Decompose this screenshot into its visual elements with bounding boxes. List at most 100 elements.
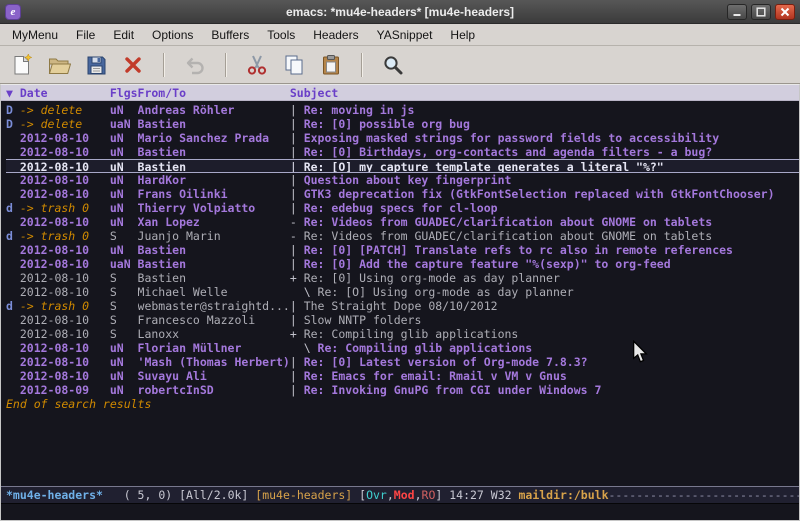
close-buffer-button[interactable] bbox=[119, 51, 147, 79]
open-file-button[interactable] bbox=[45, 51, 73, 79]
message-date: 2012-08-10 bbox=[20, 285, 110, 299]
message-date: 2012-08-10 bbox=[20, 327, 110, 341]
message-list: D-> deleteuNAndreas Röhler| Re: moving i… bbox=[6, 103, 799, 397]
message-from: 'Mash (Thomas Herbert) bbox=[138, 355, 290, 369]
mode-line[interactable]: *mu4e-headers* ( 5, 0) [All/2.0k] [mu4e-… bbox=[1, 486, 799, 504]
message-row[interactable]: 2012-08-10uNXan Lopez- Re: Videos from G… bbox=[6, 215, 799, 229]
message-from: Bastien bbox=[138, 160, 290, 172]
message-row[interactable]: 2012-08-10uNHardKor| Question about key … bbox=[6, 173, 799, 187]
message-from: Bastien bbox=[138, 145, 290, 159]
cut-button[interactable] bbox=[243, 51, 271, 79]
message-row[interactable]: 2012-08-10uN'Mash (Thomas Herbert)| Re: … bbox=[6, 355, 799, 369]
message-row[interactable]: 2012-08-10uNBastien| Re: [0] [PATCH] Tra… bbox=[6, 243, 799, 257]
message-marker bbox=[6, 257, 20, 271]
menu-item-yasnippet[interactable]: YASnippet bbox=[368, 25, 442, 45]
modeline-segment-plain: 14:27 W32 bbox=[449, 487, 518, 503]
column-header-flags[interactable]: Flgs bbox=[110, 85, 138, 100]
message-row[interactable]: 2012-08-10uNFrans Oilinki| GTK3 deprecat… bbox=[6, 187, 799, 201]
message-row[interactable]: 2012-08-10SLanoxx+ Re: Compiling glib ap… bbox=[6, 327, 799, 341]
close-button[interactable] bbox=[775, 4, 795, 20]
message-row[interactable]: 2012-08-10uNFlorian Müllner \ Re: Compil… bbox=[6, 341, 799, 355]
column-header-from[interactable]: From/To bbox=[138, 85, 290, 100]
undo-button[interactable] bbox=[181, 51, 209, 79]
close-buffer-icon bbox=[121, 53, 145, 77]
maximize-icon bbox=[756, 7, 766, 17]
message-row[interactable]: d-> trash 0SJuanjo Marin- Re: Videos fro… bbox=[6, 229, 799, 243]
message-sep: | bbox=[290, 145, 304, 159]
menu-item-options[interactable]: Options bbox=[143, 25, 202, 45]
message-date: -> delete bbox=[20, 103, 110, 117]
message-flags: uN bbox=[110, 243, 138, 257]
message-row[interactable]: 2012-08-10SFrancesco Mazzoli| Slow NNTP … bbox=[6, 313, 799, 327]
message-from: Bastien bbox=[138, 117, 290, 131]
message-from: Lanoxx bbox=[138, 327, 290, 341]
message-date: 2012-08-10 bbox=[20, 369, 110, 383]
message-row[interactable]: 2012-08-09uNrobertcInSD| Re: Invoking Gn… bbox=[6, 383, 799, 397]
minibuffer[interactable] bbox=[1, 504, 799, 520]
message-from: webmaster@straightd... bbox=[138, 299, 290, 313]
modeline-segment-plain: ] bbox=[435, 487, 449, 503]
tool-bar bbox=[0, 46, 800, 84]
message-row[interactable]: D-> deleteuNAndreas Röhler| Re: moving i… bbox=[6, 103, 799, 117]
message-flags: uaN bbox=[110, 257, 138, 271]
message-flags: uN bbox=[110, 160, 138, 172]
message-from: HardKor bbox=[138, 173, 290, 187]
message-row[interactable]: 2012-08-10SMichael Welle \ Re: [O] Using… bbox=[6, 285, 799, 299]
message-row[interactable]: 2012-08-10uNBastien| Re: [0] Birthdays, … bbox=[6, 145, 799, 159]
copy-button[interactable] bbox=[280, 51, 308, 79]
message-row[interactable]: 2012-08-10uNMario Sanchez Prada| Exposin… bbox=[6, 131, 799, 145]
message-sep: | bbox=[290, 369, 304, 383]
menu-item-tools[interactable]: Tools bbox=[258, 25, 304, 45]
paste-button[interactable] bbox=[317, 51, 345, 79]
sort-direction-icon[interactable]: ▼ bbox=[6, 85, 20, 100]
title-bar[interactable]: e emacs: *mu4e-headers* [mu4e-headers] bbox=[0, 0, 800, 24]
message-marker bbox=[6, 160, 20, 172]
message-sep: | bbox=[290, 103, 304, 117]
message-flags: uN bbox=[110, 341, 138, 355]
message-from: robertcInSD bbox=[138, 383, 290, 397]
message-row[interactable]: d-> trash 0uNThierry Volpiatto| Re: edeb… bbox=[6, 201, 799, 215]
message-row[interactable]: 2012-08-10uNBastien| Re: [O] my capture … bbox=[6, 159, 799, 173]
modeline-segment-maildir: maildir:/bulk bbox=[518, 487, 608, 503]
message-sep: | bbox=[290, 355, 304, 369]
message-row[interactable]: 2012-08-10SBastien+ Re: [0] Using org-mo… bbox=[6, 271, 799, 285]
message-date: 2012-08-09 bbox=[20, 383, 110, 397]
menu-item-headers[interactable]: Headers bbox=[304, 25, 367, 45]
maximize-button[interactable] bbox=[751, 4, 771, 20]
message-from: Mario Sanchez Prada bbox=[138, 131, 290, 145]
message-sep: | bbox=[290, 313, 304, 327]
search-button[interactable] bbox=[379, 51, 407, 79]
message-row[interactable]: d-> trash 0Swebmaster@straightd...| The … bbox=[6, 299, 799, 313]
window-title: emacs: *mu4e-headers* [mu4e-headers] bbox=[0, 5, 800, 19]
message-marker bbox=[6, 215, 20, 229]
modeline-segment-plain: [All/2.0k] bbox=[179, 487, 255, 503]
minimize-icon bbox=[732, 7, 742, 17]
menu-item-file[interactable]: File bbox=[67, 25, 104, 45]
message-subject: The Straight Dope 08/10/2012 bbox=[304, 299, 799, 313]
message-row[interactable]: D-> deleteuaNBastien| Re: [0] possible o… bbox=[6, 117, 799, 131]
message-marker bbox=[6, 173, 20, 187]
headers-buffer[interactable]: D-> deleteuNAndreas Röhler| Re: moving i… bbox=[1, 101, 799, 486]
message-marker: D bbox=[6, 117, 20, 131]
message-date: -> trash 0 bbox=[20, 299, 110, 313]
minimize-button[interactable] bbox=[727, 4, 747, 20]
message-row[interactable]: 2012-08-10uNSuvayu Ali| Re: Emacs for em… bbox=[6, 369, 799, 383]
menu-item-help[interactable]: Help bbox=[441, 25, 484, 45]
column-header-date[interactable]: Date bbox=[20, 85, 110, 100]
message-row[interactable]: 2012-08-10uaNBastien| Re: [0] Add the ca… bbox=[6, 257, 799, 271]
message-subject: Exposing masked strings for password fie… bbox=[304, 131, 799, 145]
menu-item-edit[interactable]: Edit bbox=[104, 25, 143, 45]
message-subject: Re: Invoking GnuPG from CGI under Window… bbox=[304, 383, 799, 397]
message-subject: Re: Compiling glib applications bbox=[304, 327, 799, 341]
menu-item-mymenu[interactable]: MyMenu bbox=[3, 25, 67, 45]
message-sep: - bbox=[290, 229, 304, 243]
message-marker bbox=[6, 383, 20, 397]
column-header-subject[interactable]: Subject bbox=[290, 85, 799, 100]
message-flags: uN bbox=[110, 369, 138, 383]
message-sep: + bbox=[290, 271, 304, 285]
menu-item-buffers[interactable]: Buffers bbox=[202, 25, 258, 45]
message-date: 2012-08-10 bbox=[20, 341, 110, 355]
new-file-button[interactable] bbox=[8, 51, 36, 79]
save-button[interactable] bbox=[82, 51, 110, 79]
message-flags: S bbox=[110, 313, 138, 327]
